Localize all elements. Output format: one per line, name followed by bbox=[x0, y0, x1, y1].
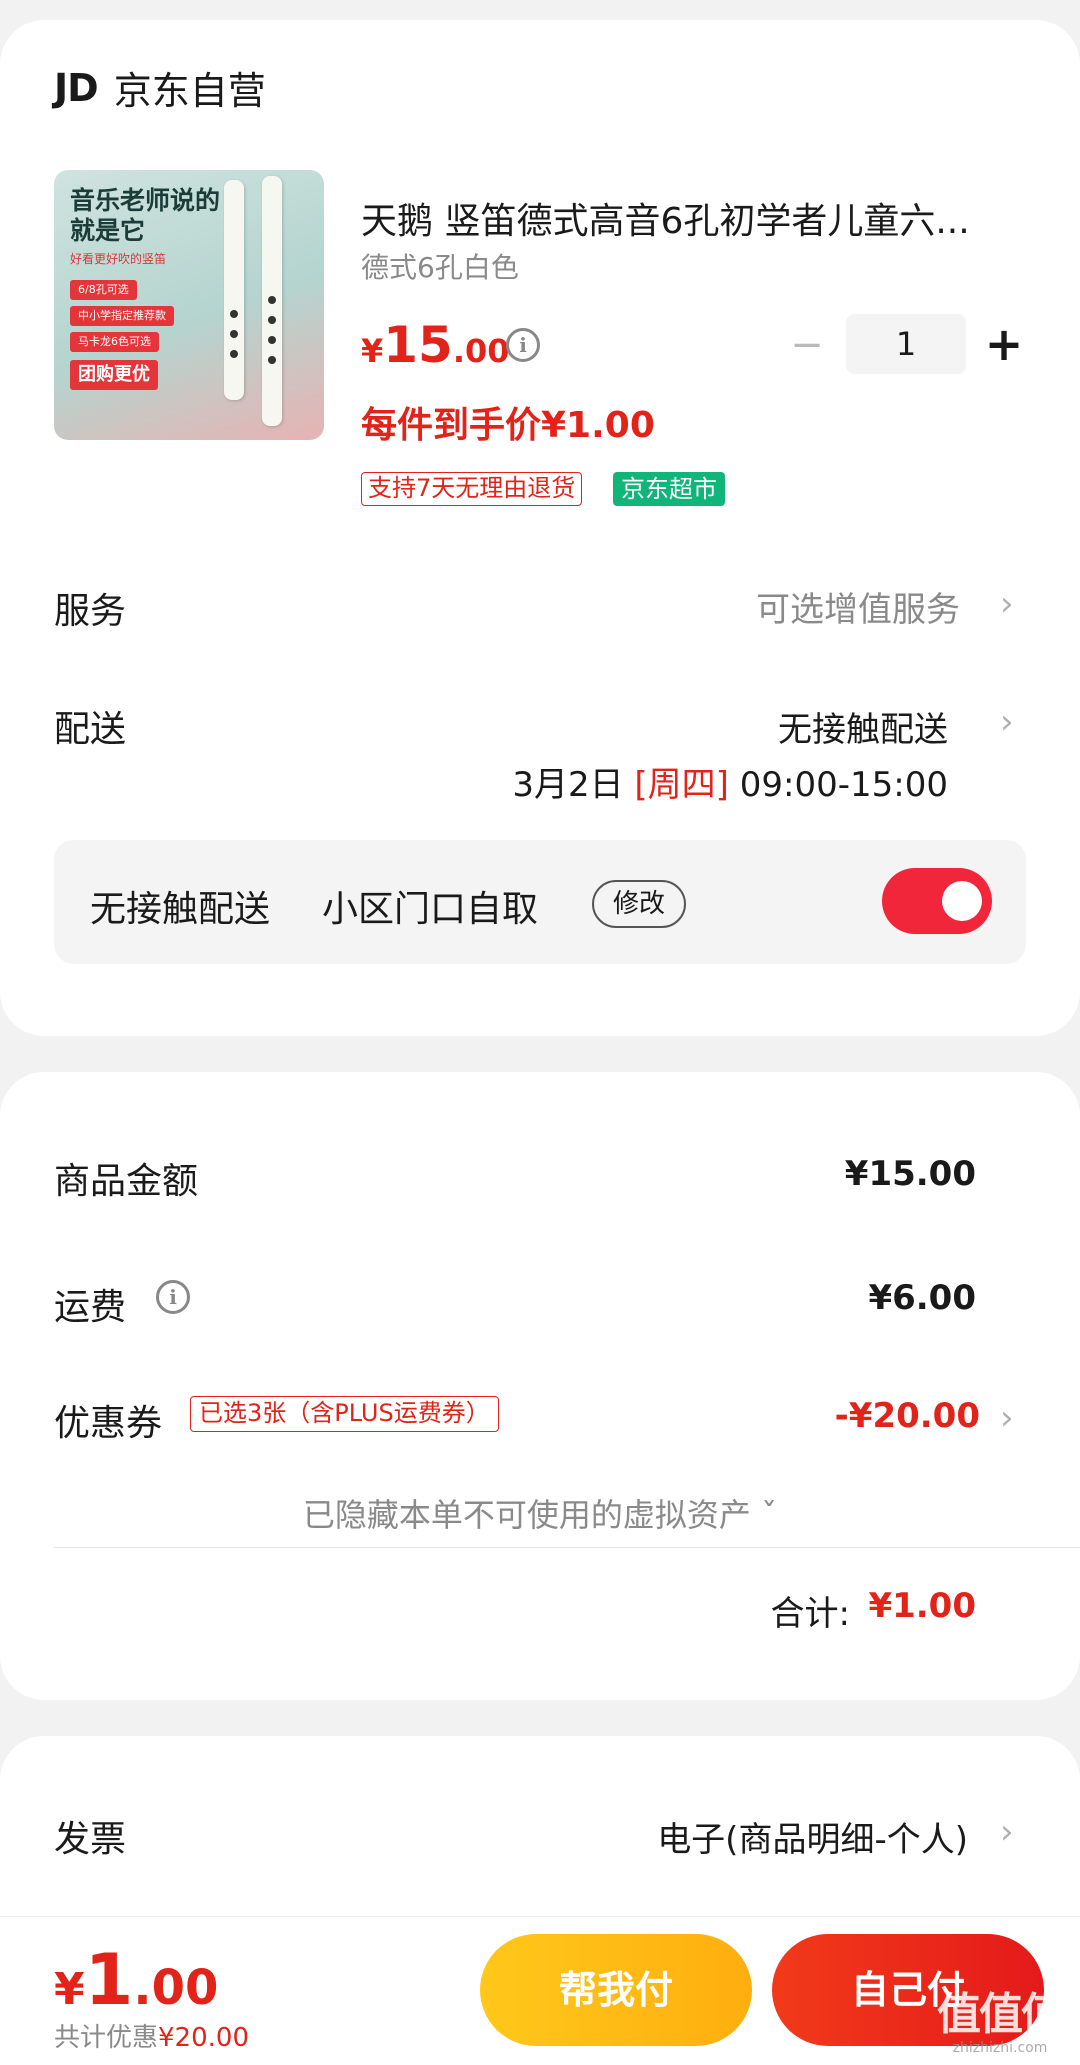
invoice-label: 发票 bbox=[54, 1819, 127, 1860]
product-image[interactable]: 音乐老师说的就是它 好看更好吹的竖笛 6/8孔可选 中小学指定推荐款 马卡龙6色… bbox=[54, 170, 324, 440]
quantity-increase-button[interactable]: + bbox=[984, 321, 1024, 367]
quantity-input[interactable]: 1 bbox=[846, 314, 966, 374]
service-value[interactable]: 可选增值服务 bbox=[756, 582, 960, 631]
contactless-delivery-panel: 无接触配送 小区门口自取 修改 bbox=[54, 840, 1026, 964]
unit-price-label: 每件到手价¥1.00 bbox=[361, 405, 655, 446]
total-label: 合计: bbox=[770, 1594, 850, 1634]
delivery-time: 3月2日 [周四] 09:00-15:00 bbox=[512, 765, 948, 805]
jd-supermarket-badge: 京东超市 bbox=[613, 472, 725, 506]
flute-illustration bbox=[262, 176, 282, 426]
hidden-assets-toggle[interactable]: 已隐藏本单不可使用的虚拟资产 ˇ bbox=[0, 1490, 1080, 1536]
store-name: 京东自营 bbox=[113, 69, 266, 113]
coupon-value[interactable]: -¥20.00 bbox=[835, 1396, 980, 1436]
quantity-decrease-button[interactable]: − bbox=[790, 325, 824, 365]
divider bbox=[54, 1547, 1080, 1548]
checkout-bar: ¥1.00 共计优惠¥20.00 帮我付 自己付 bbox=[0, 1916, 1080, 2065]
total-savings: 共计优惠¥20.00 bbox=[54, 2023, 249, 2053]
pay-total: ¥1.00 bbox=[54, 1939, 219, 2021]
goods-amount-value: ¥15.00 bbox=[844, 1154, 976, 1194]
shipping-label: 运费 bbox=[54, 1287, 127, 1328]
chevron-right-icon[interactable]: › bbox=[1000, 584, 1014, 624]
pickup-spot: 小区门口自取 bbox=[322, 889, 539, 930]
delivery-label: 配送 bbox=[54, 709, 127, 750]
watermark-url: zhizhizhi.com bbox=[952, 2040, 1048, 2056]
flute-illustration bbox=[224, 180, 244, 400]
return-policy-badge: 支持7天无理由退货 bbox=[361, 472, 583, 506]
help-me-pay-button[interactable]: 帮我付 bbox=[480, 1934, 752, 2046]
service-label: 服务 bbox=[54, 591, 127, 632]
toggle-knob bbox=[942, 881, 982, 921]
chevron-right-icon[interactable]: › bbox=[1000, 1398, 1014, 1438]
coupon-label: 优惠券 bbox=[54, 1403, 163, 1444]
product-spec: 德式6孔白色 bbox=[361, 251, 519, 284]
product-title[interactable]: 天鹅 竖笛德式高音6孔初学者儿童六... bbox=[361, 192, 1021, 244]
chevron-right-icon[interactable]: › bbox=[1000, 1812, 1014, 1852]
goods-amount-label: 商品金额 bbox=[54, 1161, 199, 1202]
contactless-label: 无接触配送 bbox=[90, 889, 271, 930]
product-image-subtitle: 好看更好吹的竖笛 bbox=[70, 252, 167, 266]
total-value: ¥1.00 bbox=[868, 1586, 976, 1626]
shipping-value: ¥6.00 bbox=[868, 1278, 976, 1318]
info-icon[interactable]: i bbox=[506, 328, 540, 362]
product-image-tag: 马卡龙6色可选 bbox=[70, 332, 159, 352]
store-header[interactable]: JD 京东自营 bbox=[54, 60, 266, 115]
contactless-toggle[interactable] bbox=[882, 868, 992, 934]
chevron-right-icon[interactable]: › bbox=[1000, 702, 1014, 742]
info-icon[interactable]: i bbox=[156, 1280, 190, 1314]
delivery-method[interactable]: 无接触配送 bbox=[778, 702, 948, 751]
coupon-selected-badge[interactable]: 已选3张（含PLUS运费券） bbox=[190, 1396, 499, 1432]
watermark-logo: 值值值 bbox=[937, 1989, 1065, 2040]
invoice-value[interactable]: 电子(商品明细-个人) bbox=[657, 1812, 968, 1861]
product-image-headline: 音乐老师说的就是它 bbox=[70, 186, 221, 245]
product-image-tag: 团购更优 bbox=[70, 360, 158, 390]
product-image-tag: 6/8孔可选 bbox=[70, 280, 137, 300]
edit-pickup-button[interactable]: 修改 bbox=[592, 880, 686, 928]
product-image-tag: 中小学指定推荐款 bbox=[70, 306, 174, 326]
jd-logo: JD bbox=[54, 65, 99, 110]
product-price: ¥15.00 bbox=[361, 316, 510, 374]
